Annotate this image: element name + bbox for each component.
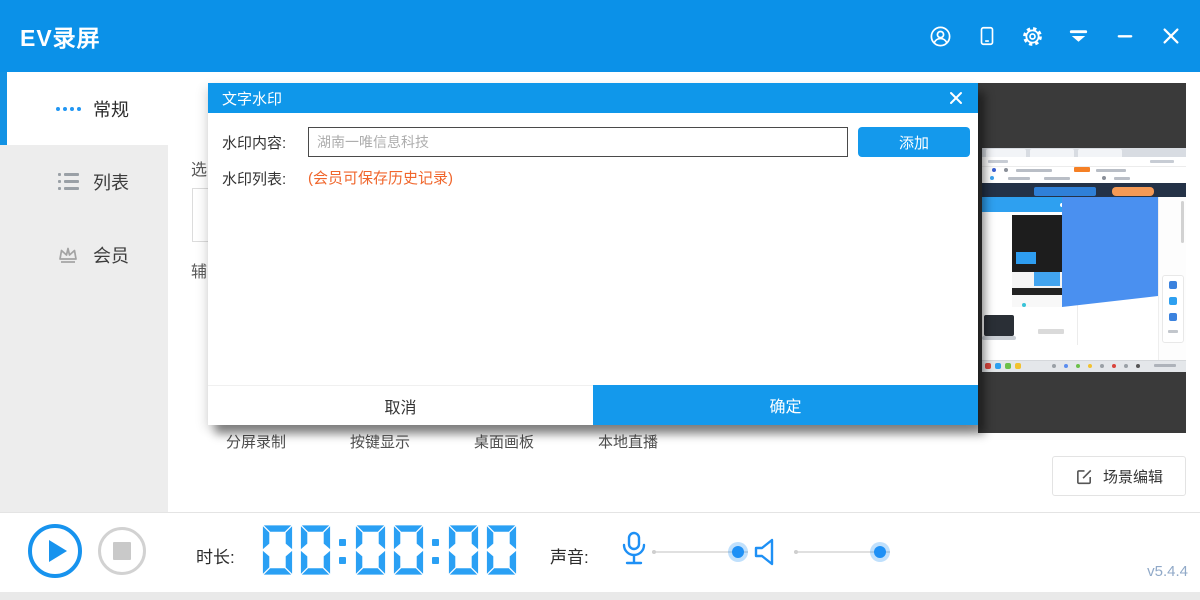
feature-local-live[interactable]: 本地直播	[598, 431, 658, 452]
scene-preview	[978, 83, 1186, 433]
sidebar-item-label: 常规	[93, 96, 129, 122]
watermark-content-input[interactable]	[308, 127, 848, 157]
dialog-header: 文字水印	[208, 83, 978, 113]
scene-preview-screenshot	[982, 148, 1186, 372]
sidebar-item-general[interactable]: 常规	[0, 72, 168, 145]
speaker-volume-thumb[interactable]	[874, 546, 886, 558]
edit-icon	[1075, 467, 1094, 486]
dialog-title: 文字水印	[222, 88, 282, 109]
mic-volume-thumb[interactable]	[732, 546, 744, 558]
watermark-content-label: 水印内容:	[222, 132, 286, 153]
duration-timer	[262, 524, 517, 576]
ok-button[interactable]: 确定	[593, 385, 978, 425]
dialog-close-icon[interactable]	[948, 90, 964, 106]
clipped-label-aux: 辅	[191, 258, 209, 282]
timer-digit	[262, 524, 293, 576]
timer-colon	[338, 524, 348, 576]
watermark-content-row: 水印内容: 添加	[208, 127, 978, 157]
minimize-icon[interactable]	[1113, 25, 1136, 48]
titlebar-actions	[929, 0, 1182, 72]
feature-split-record[interactable]: 分屏录制	[226, 431, 286, 452]
window-bottom-edge	[0, 592, 1200, 600]
feature-desktop-board[interactable]: 桌面画板	[474, 431, 534, 452]
sidebar-item-member[interactable]: 会员	[0, 218, 168, 291]
sidebar-item-label: 列表	[93, 169, 129, 195]
close-icon[interactable]	[1159, 25, 1182, 48]
control-bar	[0, 512, 1200, 592]
preview-blue-region	[1062, 197, 1158, 307]
settings-icon[interactable]	[1021, 25, 1044, 48]
timer-digit	[448, 524, 479, 576]
timer-digit	[393, 524, 424, 576]
cancel-button[interactable]: 取消	[208, 385, 593, 425]
timer-digit	[486, 524, 517, 576]
duration-label: 时长:	[196, 543, 235, 568]
account-icon[interactable]	[929, 25, 952, 48]
sidebar-item-list[interactable]: 列表	[0, 145, 168, 218]
play-icon	[49, 540, 67, 562]
microphone-icon[interactable]	[620, 531, 648, 571]
watermark-list-row: 水印列表: (会员可保存历史记录)	[208, 163, 978, 185]
text-watermark-dialog: 文字水印 水印内容: 添加 水印列表: (会员可保存历史记录) 取消 确定	[208, 83, 978, 425]
stop-icon	[113, 542, 131, 560]
app-title: EV录屏	[20, 19, 101, 53]
clipped-label-select: 选	[191, 156, 209, 180]
timer-digit	[300, 524, 331, 576]
mic-volume-slider[interactable]	[652, 545, 748, 559]
dialog-footer: 取消 确定	[208, 385, 978, 425]
play-button[interactable]	[28, 524, 82, 578]
scene-edit-button[interactable]: 场景编辑	[1052, 456, 1186, 496]
titlebar: EV录屏	[0, 0, 1200, 72]
device-icon[interactable]	[975, 25, 998, 48]
list-icon	[56, 170, 80, 194]
scene-edit-label: 场景编辑	[1103, 466, 1163, 487]
sidebar: 常规 列表 会员	[0, 72, 168, 512]
stop-button[interactable]	[98, 527, 146, 575]
sound-label: 声音:	[550, 543, 589, 568]
timer-digit	[355, 524, 386, 576]
timer-colon	[431, 524, 441, 576]
feature-key-display[interactable]: 按键显示	[350, 431, 410, 452]
speaker-icon[interactable]	[752, 537, 784, 567]
add-button[interactable]: 添加	[858, 127, 970, 157]
sidebar-item-label: 会员	[93, 242, 129, 268]
skin-dropdown-icon[interactable]	[1067, 25, 1090, 48]
watermark-list-label: 水印列表:	[222, 168, 286, 189]
grid-icon	[56, 97, 80, 121]
member-hint: (会员可保存历史记录)	[308, 167, 453, 188]
crown-icon	[56, 243, 80, 267]
version-label: v5.4.4	[1128, 563, 1188, 580]
speaker-volume-slider[interactable]	[794, 545, 890, 559]
